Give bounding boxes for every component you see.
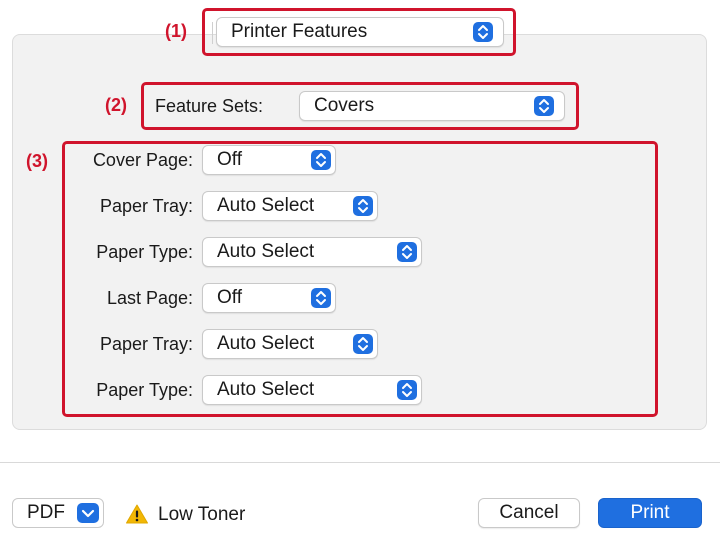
pdf-menu-button[interactable]: PDF — [12, 498, 104, 528]
chevron-down-icon — [77, 503, 99, 523]
callout-3: (3) — [26, 151, 48, 171]
paper-type-popup[interactable]: Auto Select — [202, 237, 422, 267]
up-down-chevron-icon — [397, 242, 417, 262]
panel-select-value: Printer Features — [231, 21, 368, 42]
callout-2: (2) — [105, 95, 127, 115]
last-page-label: Last Page: — [106, 288, 193, 308]
paper-type-2-label: Paper Type: — [96, 380, 193, 400]
up-down-chevron-icon — [353, 196, 373, 216]
feature-sets-label: Feature Sets: — [155, 96, 264, 116]
paper-tray-popup[interactable]: Auto Select — [202, 191, 378, 221]
warning-triangle-icon — [125, 503, 149, 525]
cancel-button[interactable]: Cancel — [478, 498, 580, 528]
paper-tray-2-popup[interactable]: Auto Select — [202, 329, 378, 359]
feature-sets-popup[interactable]: Covers — [299, 91, 565, 121]
footer-divider — [0, 462, 720, 463]
up-down-chevron-icon — [311, 150, 331, 170]
print-button[interactable]: Print — [598, 498, 702, 528]
cover-page-value: Off — [217, 149, 242, 170]
paper-tray-2-label: Paper Tray: — [99, 334, 193, 354]
feature-sets-value: Covers — [314, 95, 375, 116]
last-page-value: Off — [217, 287, 242, 308]
up-down-chevron-icon — [311, 288, 331, 308]
paper-tray-label: Paper Tray: — [99, 196, 193, 216]
paper-type-value: Auto Select — [217, 241, 315, 262]
paper-tray-value: Auto Select — [217, 195, 315, 216]
up-down-chevron-icon — [397, 380, 417, 400]
cover-page-label: Cover Page: — [92, 150, 193, 170]
low-toner-status: Low Toner — [158, 504, 246, 525]
cover-page-popup[interactable]: Off — [202, 145, 336, 175]
paper-tray-2-value: Auto Select — [217, 333, 315, 354]
pdf-label: PDF — [27, 502, 65, 523]
paper-type-2-value: Auto Select — [217, 379, 315, 400]
paper-type-2-popup[interactable]: Auto Select — [202, 375, 422, 405]
up-down-chevron-icon — [473, 22, 493, 42]
paper-type-label: Paper Type: — [96, 242, 193, 262]
callout-1: (1) — [165, 21, 187, 41]
up-down-chevron-icon — [353, 334, 373, 354]
panel-select-popup[interactable]: Printer Features — [216, 17, 504, 47]
last-page-popup[interactable]: Off — [202, 283, 336, 313]
up-down-chevron-icon — [534, 96, 554, 116]
